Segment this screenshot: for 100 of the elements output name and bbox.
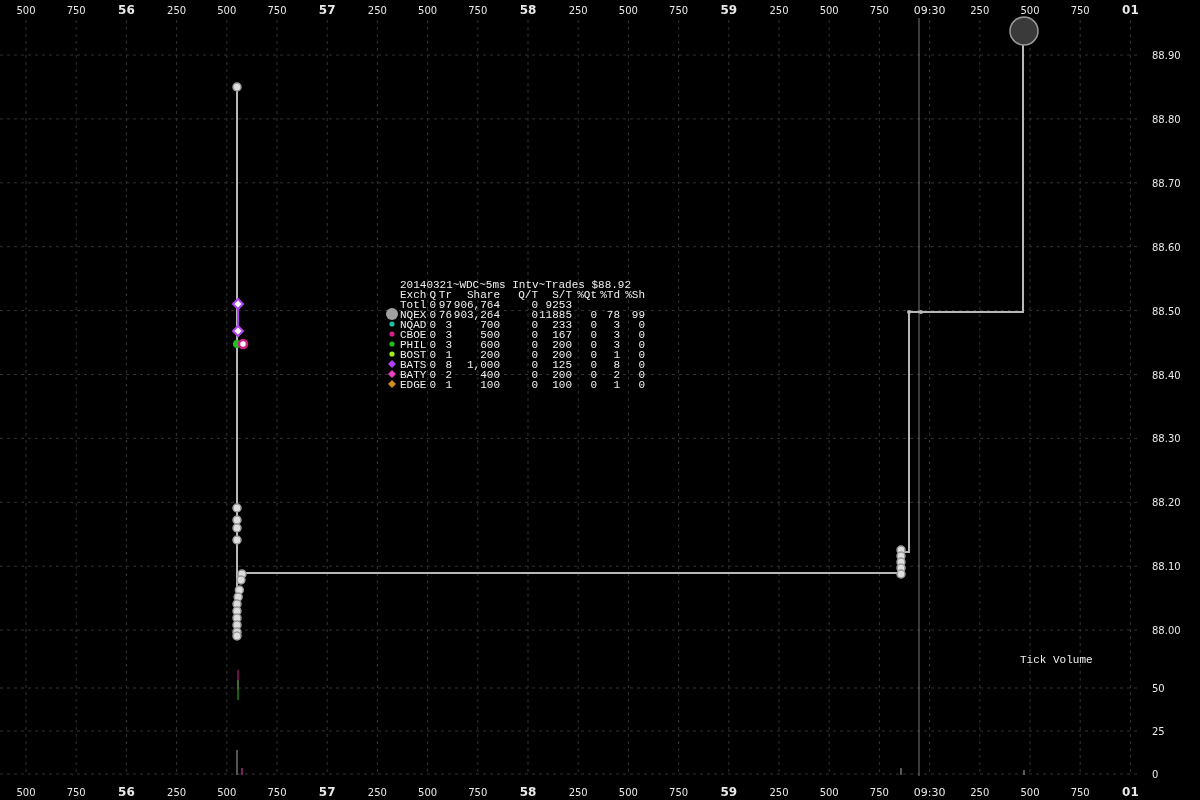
trade-marker: [919, 310, 923, 314]
time-axis-label: 500: [618, 5, 638, 16]
time-axis-label: 750: [66, 5, 86, 16]
legend-cell: 99: [631, 309, 645, 321]
time-axis-label: 500: [819, 787, 839, 798]
time-axis-label: 750: [468, 5, 488, 16]
legend-cell: 200: [480, 349, 500, 361]
legend-cell: 0: [590, 329, 597, 341]
price-axis-label: 88.90: [1152, 50, 1181, 61]
legend-cell: 3: [445, 319, 452, 331]
legend-column-header: %Sh: [625, 289, 645, 301]
legend-cell: 233: [552, 319, 572, 331]
legend-cell: 1: [445, 349, 452, 361]
trade-marker: [236, 575, 246, 585]
time-axis-label: 500: [16, 5, 36, 16]
legend-cell: 9253: [545, 299, 572, 311]
legend-cell: NQEX: [400, 309, 427, 321]
legend-cell: 0: [590, 359, 597, 371]
legend-cell: 500: [480, 329, 500, 341]
legend-cell: 0: [590, 319, 597, 331]
price-axis-label: 88.40: [1152, 369, 1181, 381]
legend-cell: PHIL: [400, 339, 427, 351]
trade-marker: [232, 631, 242, 641]
volume-label: Tick Volume: [1020, 654, 1093, 666]
time-axis-label: 57: [318, 3, 336, 17]
legend-cell: 2: [445, 369, 452, 381]
legend-cell: 0: [590, 349, 597, 361]
trade-marker: [232, 535, 242, 545]
time-axis-label: 500: [217, 5, 237, 16]
legend-cell: 0: [531, 319, 538, 331]
legend-cell: 200: [552, 339, 572, 351]
legend-cell: 200: [552, 369, 572, 381]
time-axis-label: 250: [367, 787, 387, 798]
legend-cell: 100: [552, 379, 572, 391]
trade-marker: [1009, 16, 1039, 46]
legend-cell: 200: [552, 349, 572, 361]
legend-cell: 0: [590, 339, 597, 351]
time-axis-label: 250: [769, 787, 789, 798]
time-axis-label: 500: [618, 787, 638, 798]
time-axis-label: 500: [418, 5, 438, 16]
time-axis-label: 250: [167, 787, 187, 798]
legend-column-header: Share: [467, 289, 500, 301]
legend-cell: 8: [445, 359, 452, 371]
legend-cell: 1: [613, 349, 620, 361]
trade-marker: [231, 297, 245, 311]
time-axis-label: 250: [568, 5, 588, 16]
price-axis-label: 88.50: [1152, 305, 1181, 317]
legend-cell: 0: [531, 329, 538, 341]
time-axis-label: 57: [318, 785, 336, 799]
legend-cell: CBOE: [400, 329, 427, 341]
time-axis-label: 500: [819, 5, 839, 16]
volume-axis-label: 25: [1152, 726, 1165, 737]
time-axis-label: 250: [568, 787, 588, 798]
time-axis-label: 750: [869, 787, 889, 798]
legend-title: 20140321~WDC~5ms Intv~Trades $88.92: [400, 279, 632, 291]
time-axis-label: 750: [1070, 787, 1090, 798]
time-axis-label: 59: [720, 3, 738, 17]
legend-cell: 0: [429, 299, 436, 311]
time-axis-label: 250: [970, 5, 990, 16]
legend-cell: 0: [638, 319, 645, 331]
price-axis-label: 88.60: [1152, 241, 1181, 253]
time-axis-label: 750: [869, 5, 889, 16]
legend-cell: 906,764: [453, 299, 500, 311]
legend-cell: 0: [590, 369, 597, 381]
legend-cell: 11885: [539, 309, 572, 321]
legend-cell: 0: [590, 309, 597, 321]
volume-axis-label: 0: [1152, 769, 1159, 780]
legend-cell: 0: [638, 349, 645, 361]
legend-cell: 8: [613, 359, 620, 371]
price-axis-label: 88.30: [1152, 433, 1181, 445]
legend-cell: 0: [429, 359, 436, 371]
trade-marker: [232, 503, 242, 513]
legend-cell: 0: [429, 349, 436, 361]
legend-cell: 1,000: [467, 359, 500, 371]
time-axis-label: 750: [468, 787, 488, 798]
legend-cell: 0: [531, 379, 538, 391]
time-axis-label: 250: [970, 787, 990, 798]
price-axis-label: 88.70: [1152, 177, 1181, 189]
price-axis-label: 88.20: [1152, 497, 1181, 509]
legend-cell: 0: [638, 369, 645, 381]
time-axis-label: 250: [769, 5, 789, 16]
legend-cell: 97: [438, 299, 452, 311]
legend-cell: 0: [429, 319, 436, 331]
time-axis-label: 750: [267, 5, 287, 16]
legend-column-header: Q: [429, 289, 436, 301]
legend-cell: 0: [638, 329, 645, 341]
legend-cell: 2: [613, 369, 620, 381]
time-axis-label: 500: [16, 787, 36, 798]
time-axis-label: 09:30: [913, 4, 946, 17]
legend-cell: 600: [480, 339, 500, 351]
time-axis-label: 01: [1122, 3, 1139, 17]
time-axis-label: 750: [669, 787, 689, 798]
time-axis-label: 500: [1020, 787, 1040, 798]
legend-cell: 0: [590, 379, 597, 391]
legend-cell: 78: [606, 309, 620, 321]
legend-cell: 3: [445, 329, 452, 341]
time-axis-label: 250: [167, 5, 187, 16]
legend-cell: 0: [531, 359, 538, 371]
legend-cell: 3: [445, 339, 452, 351]
legend-cell: 125: [552, 359, 572, 371]
